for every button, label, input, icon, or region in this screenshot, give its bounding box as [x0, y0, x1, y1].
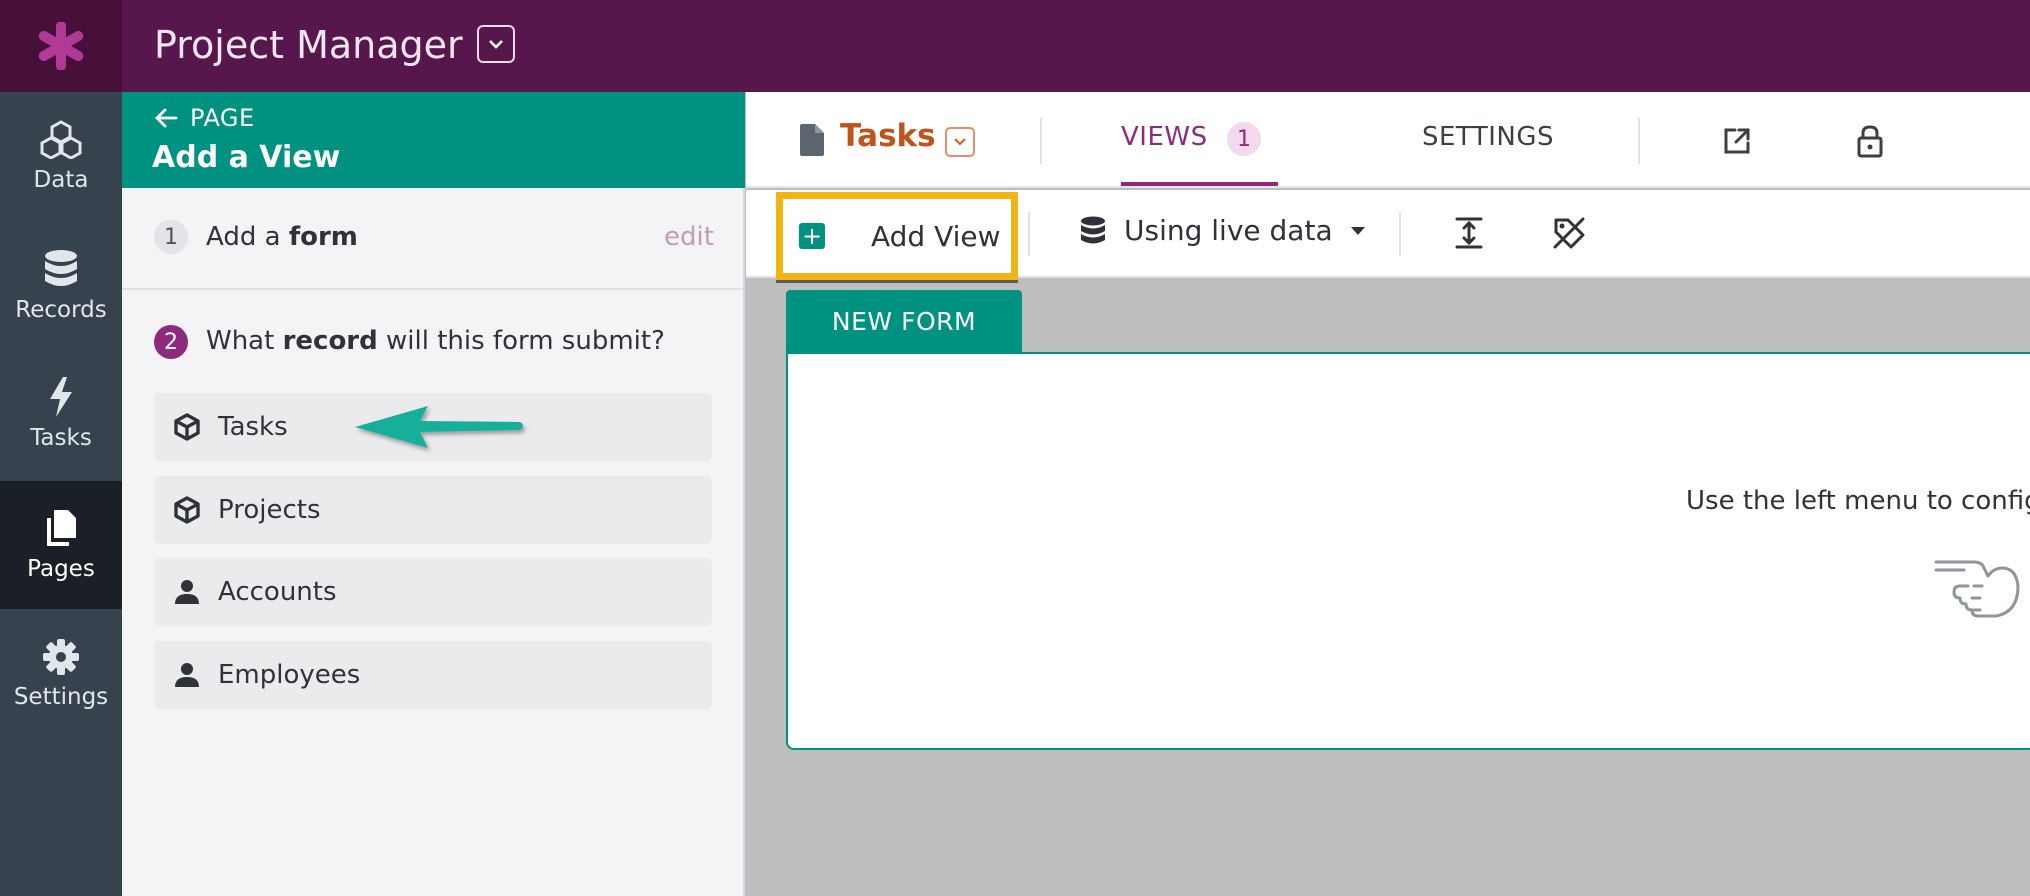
caret-down-icon — [1350, 226, 1365, 235]
chevron-down-icon — [954, 138, 966, 146]
app-switcher-button[interactable] — [477, 25, 515, 63]
add-view-label: Add View — [871, 219, 1001, 253]
expand-vertical-icon[interactable] — [1455, 216, 1483, 250]
nav-item-pages[interactable]: Pages — [0, 481, 122, 609]
step-1-prefix: Add a — [206, 222, 289, 252]
edit-step-1-link[interactable]: edit — [664, 222, 714, 252]
tab-separator — [1040, 118, 1042, 164]
nav-item-label: Records — [15, 297, 107, 323]
arrow-left-icon — [155, 108, 178, 128]
panel-title: Add a View — [152, 140, 341, 175]
page-name-tab[interactable]: Tasks — [840, 118, 936, 154]
tab-settings[interactable]: SETTINGS — [1422, 122, 1554, 152]
record-choice-projects[interactable]: Projects — [154, 476, 712, 544]
cube-icon — [174, 413, 200, 441]
step-2-text: What record will this form submit? — [206, 326, 665, 356]
form-preview-area — [786, 352, 2030, 750]
nav-item-settings[interactable]: Settings — [0, 610, 122, 738]
tab-separator — [1638, 118, 1640, 164]
gear-icon — [43, 639, 79, 675]
toolbar-separator — [1028, 212, 1030, 256]
app-logo[interactable] — [0, 0, 122, 92]
toolbar-separator — [1399, 212, 1401, 256]
step-1-bold: form — [288, 222, 358, 252]
app-title: Project Manager — [154, 23, 463, 67]
pointing-hand-icon — [1934, 560, 2020, 618]
person-icon — [175, 580, 199, 604]
nav-item-tasks[interactable]: Tasks — [0, 350, 122, 478]
nav-item-records[interactable]: Records — [0, 222, 122, 350]
person-icon — [175, 663, 199, 687]
document-icon — [800, 124, 824, 156]
new-form-tab[interactable]: NEW FORM — [786, 290, 1022, 352]
back-label: PAGE — [190, 104, 255, 132]
step-2-prefix: What — [206, 326, 283, 356]
tag-off-icon[interactable] — [1552, 216, 1586, 250]
data-source-label: Using live data — [1124, 214, 1333, 247]
pages-icon — [47, 510, 76, 546]
bolt-icon — [50, 377, 72, 417]
record-choice-accounts[interactable]: Accounts — [154, 558, 712, 626]
record-choice-label: Employees — [218, 660, 361, 690]
chevron-down-icon — [489, 40, 503, 49]
nav-item-label: Data — [33, 167, 89, 193]
record-choice-label: Accounts — [218, 577, 337, 607]
database-icon — [45, 250, 77, 286]
active-tab-indicator — [1121, 182, 1278, 186]
back-to-page-link[interactable]: PAGE — [154, 104, 255, 132]
step-2-suffix: will this form submit? — [377, 326, 665, 356]
nav-item-label: Tasks — [30, 425, 92, 451]
views-count-badge: 1 — [1227, 122, 1261, 156]
page-tabs-bar — [746, 92, 2030, 188]
nav-item-label: Pages — [27, 556, 95, 582]
add-view-button[interactable]: + Add View — [776, 192, 1018, 280]
nav-item-label: Settings — [13, 684, 109, 710]
nav-item-data[interactable]: Data — [0, 92, 122, 220]
page-switcher-button[interactable] — [945, 127, 975, 157]
external-link-icon[interactable] — [1722, 126, 1752, 156]
lock-icon[interactable] — [1856, 124, 1884, 158]
step-2-number: 2 — [154, 325, 188, 359]
step-1-number: 1 — [154, 220, 188, 254]
step-1-text: Add a form — [206, 222, 358, 252]
plus-icon: + — [799, 223, 825, 249]
panel-header: PAGE Add a View — [122, 92, 745, 188]
cubes-icon — [40, 120, 82, 159]
record-choice-employees[interactable]: Employees — [154, 641, 712, 709]
tab-views[interactable]: VIEWS — [1121, 122, 1208, 152]
empty-state-hint: Use the left menu to configure — [1686, 486, 2030, 516]
cube-icon — [174, 496, 200, 524]
step-2-bold: record — [282, 326, 378, 356]
record-choice-label: Projects — [218, 495, 321, 525]
record-choice-label: Tasks — [218, 412, 288, 442]
asterisk-logo-icon — [38, 22, 84, 70]
database-icon — [1081, 216, 1105, 243]
pointer-arrow-icon — [355, 406, 523, 448]
data-source-dropdown[interactable]: Using live data — [1080, 214, 1365, 247]
